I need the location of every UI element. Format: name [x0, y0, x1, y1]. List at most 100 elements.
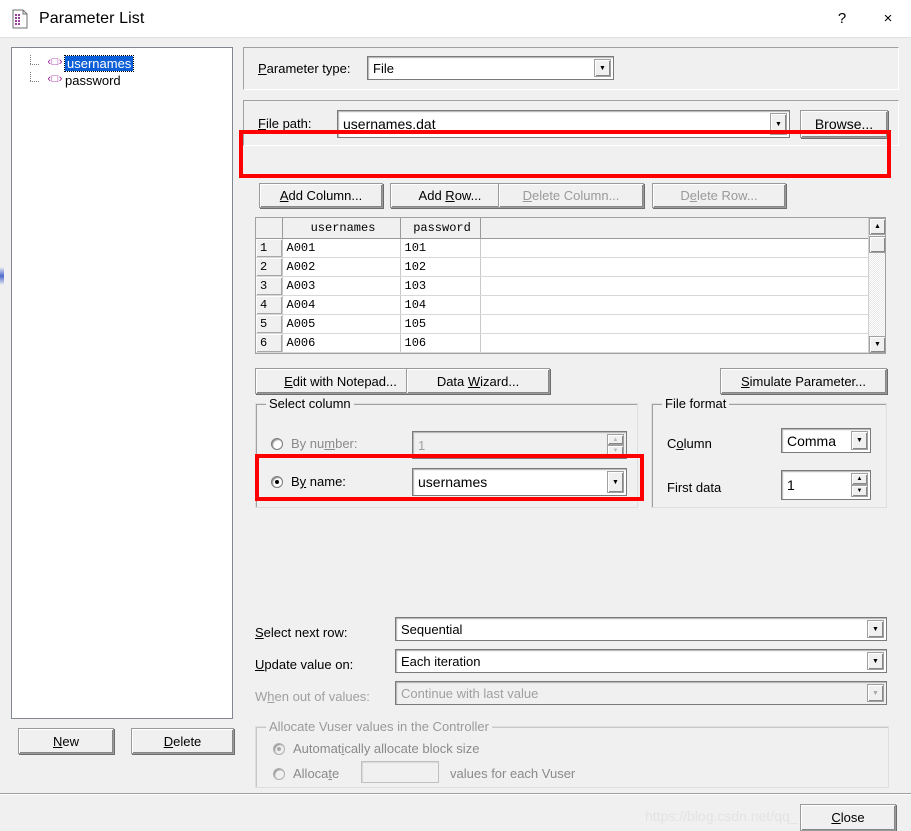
cell-password[interactable]: 104: [400, 295, 480, 314]
cell-usernames[interactable]: A003: [282, 276, 400, 295]
row-number-cell[interactable]: 6: [256, 333, 282, 352]
cell-usernames[interactable]: A001: [282, 238, 400, 257]
grid-vertical-scrollbar[interactable]: ▲ ▼: [868, 218, 885, 353]
file-format-column-value: Comma: [782, 433, 851, 449]
new-parameter-button[interactable]: New: [18, 728, 114, 754]
table-header-row: usernames password: [256, 218, 870, 238]
add-column-button[interactable]: Add Column...: [259, 183, 383, 208]
table-row[interactable]: 4A004104: [256, 295, 870, 314]
chevron-down-icon[interactable]: ▼: [594, 59, 611, 77]
edit-with-notepad-button[interactable]: Edit with Notepad...: [255, 368, 426, 394]
file-path-input[interactable]: usernames.dat ▼: [337, 110, 790, 138]
close-dialog-button[interactable]: Close: [800, 804, 896, 831]
parameter-type-select[interactable]: File ▼: [367, 56, 614, 80]
table-row[interactable]: 5A005105: [256, 314, 870, 333]
table-row[interactable]: 2A002102: [256, 257, 870, 276]
by-name-select[interactable]: usernames ▼: [412, 468, 627, 496]
cell-usernames[interactable]: A002: [282, 257, 400, 276]
allocate-radio-row[interactable]: Allocate: [273, 766, 339, 781]
new-button-label: ew: [62, 734, 79, 749]
file-format-first-data-spinner[interactable]: 1 ▲ ▼: [781, 470, 871, 500]
watermark-text: https://blog.csdn.net/qq_: [645, 808, 798, 824]
chevron-down-icon[interactable]: ▼: [867, 684, 884, 702]
spinner-buttons[interactable]: ▲ ▼: [607, 434, 624, 456]
cell-blank: [480, 238, 870, 257]
scroll-up-icon[interactable]: ▲: [869, 218, 886, 235]
spinner-buttons[interactable]: ▲ ▼: [851, 473, 868, 497]
spinner-down-icon[interactable]: ▼: [607, 445, 624, 456]
by-number-radio-row[interactable]: By number:: [271, 436, 358, 451]
by-name-radio-row[interactable]: By name:: [271, 474, 346, 489]
tree-item-password[interactable]: ‹□› password: [12, 72, 232, 89]
spinner-down-icon[interactable]: ▼: [851, 485, 868, 497]
row-number-cell[interactable]: 3: [256, 276, 282, 295]
tree-item-usernames[interactable]: ‹□› usernames: [12, 55, 232, 72]
by-number-spinner[interactable]: 1 ▲ ▼: [412, 431, 627, 459]
allocate-vuser-groupbox: Allocate Vuser values in the Controller …: [255, 726, 889, 788]
close-icon[interactable]: ×: [865, 0, 911, 37]
by-number-value: 1: [413, 438, 607, 453]
row-number-cell[interactable]: 1: [256, 238, 282, 257]
table-row[interactable]: 6A006106: [256, 333, 870, 352]
when-out-of-values-select[interactable]: Continue with last value ▼: [395, 681, 887, 705]
data-wizard-button[interactable]: Data Wizard...: [406, 368, 550, 394]
by-number-label: By number:: [291, 436, 358, 451]
add-row-button[interactable]: Add Row...: [390, 183, 510, 208]
select-next-row-select[interactable]: Sequential ▼: [395, 617, 887, 641]
allocate-value-input[interactable]: [361, 761, 439, 783]
table-row[interactable]: 3A003103: [256, 276, 870, 295]
file-path-label: File path:: [258, 116, 312, 131]
cell-blank: [480, 257, 870, 276]
select-next-row-label: Select next row:: [255, 625, 348, 640]
auto-allocate-radio-row[interactable]: Automatically allocate block size: [273, 741, 479, 756]
help-icon[interactable]: ?: [819, 0, 865, 37]
column-header-password[interactable]: password: [400, 218, 480, 238]
scroll-down-icon[interactable]: ▼: [869, 336, 886, 353]
cell-password[interactable]: 101: [400, 238, 480, 257]
update-value-on-label: Update value on:: [255, 657, 353, 672]
allocate-label: Allocate: [293, 766, 339, 781]
when-out-of-values-value: Continue with last value: [396, 686, 867, 701]
simulate-parameter-button[interactable]: Simulate Parameter...: [720, 368, 887, 394]
table-row[interactable]: 1A001101: [256, 238, 870, 257]
by-name-radio[interactable]: [271, 476, 283, 488]
spinner-up-icon[interactable]: ▲: [851, 473, 868, 485]
cell-usernames[interactable]: A006: [282, 333, 400, 352]
cell-usernames[interactable]: A004: [282, 295, 400, 314]
dialog-body: ‹□› usernames ‹□› password New Delete Pa…: [0, 37, 911, 802]
window-titlebar: Parameter List ? ×: [0, 0, 911, 37]
chevron-down-icon[interactable]: ▼: [867, 620, 884, 638]
delete-row-button[interactable]: Delete Row...: [652, 183, 786, 208]
file-format-column-select[interactable]: Comma ▼: [781, 428, 871, 453]
delete-parameter-button[interactable]: Delete: [131, 728, 234, 754]
allocate-radio[interactable]: [273, 768, 285, 780]
parameter-data-grid[interactable]: usernames password 1A0011012A0021023A003…: [255, 217, 886, 354]
tree-connector-icon: [30, 55, 46, 72]
cell-password[interactable]: 106: [400, 333, 480, 352]
chevron-down-icon[interactable]: ▼: [607, 471, 624, 493]
accel-char: N: [53, 734, 62, 749]
auto-allocate-radio[interactable]: [273, 743, 285, 755]
scrollbar-thumb[interactable]: [869, 236, 886, 253]
column-header-usernames[interactable]: usernames: [282, 218, 400, 238]
auto-allocate-label: Automatically allocate block size: [293, 741, 479, 756]
allocate-title: Allocate Vuser values in the Controller: [266, 719, 492, 734]
delete-column-button[interactable]: Delete Column...: [498, 183, 644, 208]
parameter-tree[interactable]: ‹□› usernames ‹□› password: [11, 47, 233, 719]
chevron-down-icon[interactable]: ▼: [851, 431, 868, 450]
cell-password[interactable]: 102: [400, 257, 480, 276]
cell-password[interactable]: 103: [400, 276, 480, 295]
data-table: usernames password 1A0011012A0021023A003…: [256, 218, 871, 353]
row-number-cell[interactable]: 5: [256, 314, 282, 333]
by-number-radio[interactable]: [271, 438, 283, 450]
cell-usernames[interactable]: A005: [282, 314, 400, 333]
row-number-cell[interactable]: 2: [256, 257, 282, 276]
update-value-on-value: Each iteration: [396, 654, 867, 669]
chevron-down-icon[interactable]: ▼: [770, 113, 787, 135]
row-number-cell[interactable]: 4: [256, 295, 282, 314]
cell-password[interactable]: 105: [400, 314, 480, 333]
update-value-on-select[interactable]: Each iteration ▼: [395, 649, 887, 673]
chevron-down-icon[interactable]: ▼: [867, 652, 884, 670]
browse-button[interactable]: Browse...: [800, 110, 888, 138]
spinner-up-icon[interactable]: ▲: [607, 434, 624, 445]
